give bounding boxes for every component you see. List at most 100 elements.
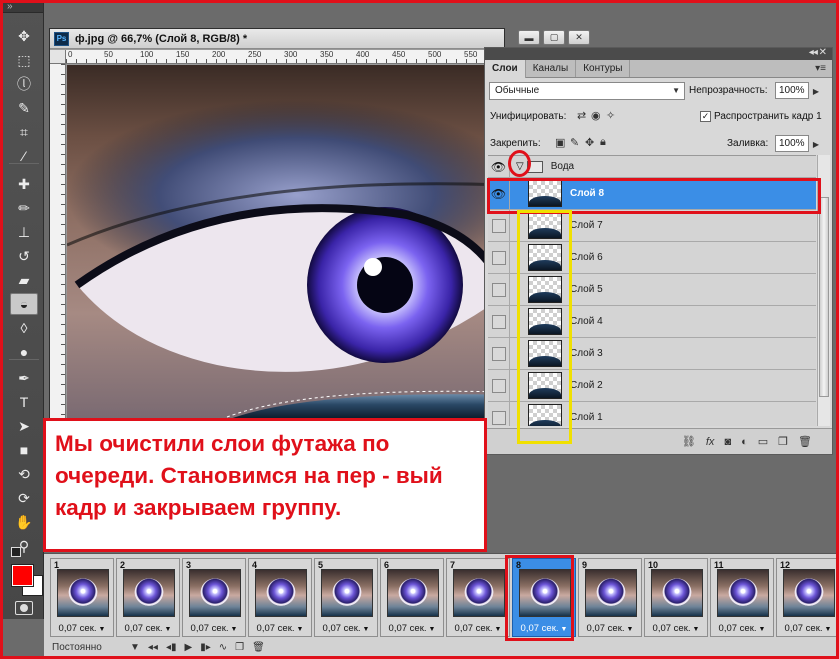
loop-dropdown-icon[interactable]: ▼ <box>130 642 140 653</box>
tab-layers[interactable]: Слои <box>485 60 526 78</box>
maximize-button[interactable]: ▢ <box>543 30 565 45</box>
frame-delay[interactable]: 0,07 сек. ▼ <box>117 623 179 634</box>
foreground-color-swatch[interactable] <box>11 564 34 587</box>
delay-dropdown-icon[interactable]: ▼ <box>99 626 106 633</box>
delay-dropdown-icon[interactable]: ▼ <box>363 626 370 633</box>
first-frame-icon[interactable]: ◂◂ <box>148 642 158 653</box>
clone-stamp-tool-icon[interactable]: ⊥ <box>10 221 38 243</box>
frame-delay[interactable]: 0,07 сек. ▼ <box>579 623 641 634</box>
animation-frame[interactable]: 11 0,07 сек. ▼ <box>710 558 774 637</box>
brush-tool-icon[interactable]: ✏ <box>10 197 38 219</box>
minimize-button[interactable]: ▬ <box>518 30 540 45</box>
unify-position-icon[interactable]: ⇄ <box>577 109 586 122</box>
visibility-toggle[interactable] <box>488 242 510 273</box>
tab-paths[interactable]: Контуры <box>576 60 631 77</box>
frame-delay[interactable]: 0,07 сек. ▼ <box>381 623 443 634</box>
close-button[interactable]: ✕ <box>568 30 590 45</box>
propagate-frame-checkbox[interactable]: ✓ <box>700 111 711 122</box>
delay-dropdown-icon[interactable]: ▼ <box>297 626 304 633</box>
add-mask-icon[interactable]: ◙ <box>724 436 731 448</box>
delay-dropdown-icon[interactable]: ▼ <box>231 626 238 633</box>
animation-frame[interactable]: 4 0,07 сек. ▼ <box>248 558 312 637</box>
duplicate-frame-icon[interactable]: ❐ <box>235 642 244 653</box>
unify-style-icon[interactable]: ✧ <box>606 109 615 122</box>
unify-visibility-icon[interactable]: ◉ <box>591 109 601 122</box>
frame-delay[interactable]: 0,07 сек. ▼ <box>249 623 311 634</box>
frame-delay[interactable]: 0,07 сек. ▼ <box>645 623 707 634</box>
animation-frame[interactable]: 3 0,07 сек. ▼ <box>182 558 246 637</box>
document-tab[interactable]: Ps ф.jpg @ 66,7% (Слой 8, RGB/8) * <box>50 29 504 49</box>
frame-delay[interactable]: 0,07 сек. ▼ <box>777 623 839 634</box>
layer-group-row[interactable]: 👁︎ ▽ Вода <box>488 156 816 178</box>
lock-all-icon[interactable]: 🔒︎ <box>600 136 606 149</box>
quick-mask-icon[interactable] <box>15 601 33 615</box>
new-group-icon[interactable]: ▭ <box>758 435 768 448</box>
tab-channels[interactable]: Каналы <box>526 60 577 77</box>
healing-brush-tool-icon[interactable]: ✚ <box>10 173 38 195</box>
animation-frame[interactable]: 6 0,07 сек. ▼ <box>380 558 444 637</box>
type-tool-icon[interactable]: T <box>10 391 38 413</box>
path-selection-tool-icon[interactable]: ➤ <box>10 415 38 437</box>
delay-dropdown-icon[interactable]: ▼ <box>429 626 436 633</box>
tween-icon[interactable]: ∿ <box>219 642 227 653</box>
play-icon[interactable]: ▶ <box>184 642 192 653</box>
delay-dropdown-icon[interactable]: ▼ <box>693 626 700 633</box>
scrollbar-thumb[interactable] <box>819 197 829 397</box>
eraser-tool-icon[interactable]: ▰ <box>10 269 38 291</box>
pen-tool-icon[interactable]: ✒ <box>10 367 38 389</box>
lasso-tool-icon[interactable]: ⓛ <box>10 73 38 95</box>
fx-icon[interactable]: fx <box>706 436 715 448</box>
visibility-toggle[interactable] <box>488 338 510 369</box>
prev-frame-icon[interactable]: ◂▮ <box>166 642 177 653</box>
delay-dropdown-icon[interactable]: ▼ <box>825 626 832 633</box>
visibility-toggle[interactable] <box>488 370 510 401</box>
collapse-icon[interactable]: ◂◂ ✕ <box>809 47 827 58</box>
crop-tool-icon[interactable]: ⌗ <box>10 121 38 143</box>
lock-position-icon[interactable]: ✥ <box>585 136 594 149</box>
frame-delay[interactable]: 0,07 сек. ▼ <box>447 623 509 634</box>
visibility-toggle[interactable] <box>488 306 510 337</box>
blur-tool-icon[interactable]: ◊ <box>10 317 38 339</box>
quick-selection-tool-icon[interactable]: ✎ <box>10 97 38 119</box>
lock-transparency-icon[interactable]: ▣ <box>555 136 565 149</box>
animation-frame[interactable]: 5 0,07 сек. ▼ <box>314 558 378 637</box>
link-layers-icon[interactable]: ⛓ <box>682 435 696 448</box>
delay-dropdown-icon[interactable]: ▼ <box>627 626 634 633</box>
delay-dropdown-icon[interactable]: ▼ <box>759 626 766 633</box>
frame-delay[interactable]: 0,07 сек. ▼ <box>711 623 773 634</box>
default-colors-icon[interactable] <box>11 547 21 557</box>
frame-delay[interactable]: 0,07 сек. ▼ <box>315 623 377 634</box>
3d-orbit-tool-icon[interactable]: ⟳ <box>10 487 38 509</box>
frame-delay[interactable]: 0,07 сек. ▼ <box>51 623 113 634</box>
delay-dropdown-icon[interactable]: ▼ <box>495 626 502 633</box>
vertical-ruler[interactable] <box>50 64 66 419</box>
loop-select[interactable]: Постоянно <box>52 642 122 653</box>
new-layer-icon[interactable]: ❐ <box>778 435 788 448</box>
ruler-origin[interactable] <box>50 50 66 64</box>
animation-frame[interactable]: 9 0,07 сек. ▼ <box>578 558 642 637</box>
panel-collapse-strip[interactable]: ◂◂ ✕ <box>485 47 832 60</box>
tools-panel-grip[interactable] <box>3 1 43 13</box>
paint-bucket-tool-icon[interactable]: ◒ <box>10 293 38 315</box>
animation-frame[interactable]: 10 0,07 сек. ▼ <box>644 558 708 637</box>
delete-layer-icon[interactable]: 🗑︎ <box>798 435 812 448</box>
delay-dropdown-icon[interactable]: ▼ <box>165 626 172 633</box>
move-tool-icon[interactable]: ✥ <box>10 25 38 47</box>
frame-delay[interactable]: 0,07 сек. ▼ <box>183 623 245 634</box>
animation-frame[interactable]: 12 0,07 сек. ▼ <box>776 558 839 637</box>
animation-frame[interactable]: 1 0,07 сек. ▼ <box>50 558 114 637</box>
hand-tool-icon[interactable]: ✋ <box>10 511 38 533</box>
visibility-toggle[interactable] <box>488 274 510 305</box>
animation-frame[interactable]: 7 0,07 сек. ▼ <box>446 558 510 637</box>
marquee-tool-icon[interactable]: ⬚ <box>10 49 38 71</box>
lock-pixels-icon[interactable]: ✎ <box>570 136 579 149</box>
opacity-input[interactable]: 100% <box>775 82 819 99</box>
delete-frame-icon[interactable]: 🗑︎ <box>252 642 265 653</box>
panel-menu-icon[interactable]: ▾≡ <box>815 63 826 74</box>
blend-mode-select[interactable]: Обычные <box>489 82 685 100</box>
canvas-eye-image[interactable] <box>67 65 505 420</box>
animation-frame[interactable]: 2 0,07 сек. ▼ <box>116 558 180 637</box>
visibility-eye-icon[interactable]: 👁︎ <box>488 156 510 177</box>
horizontal-ruler[interactable]: 050100150200250300350400450500550600 <box>66 50 513 64</box>
next-frame-icon[interactable]: ▮▸ <box>200 642 211 653</box>
